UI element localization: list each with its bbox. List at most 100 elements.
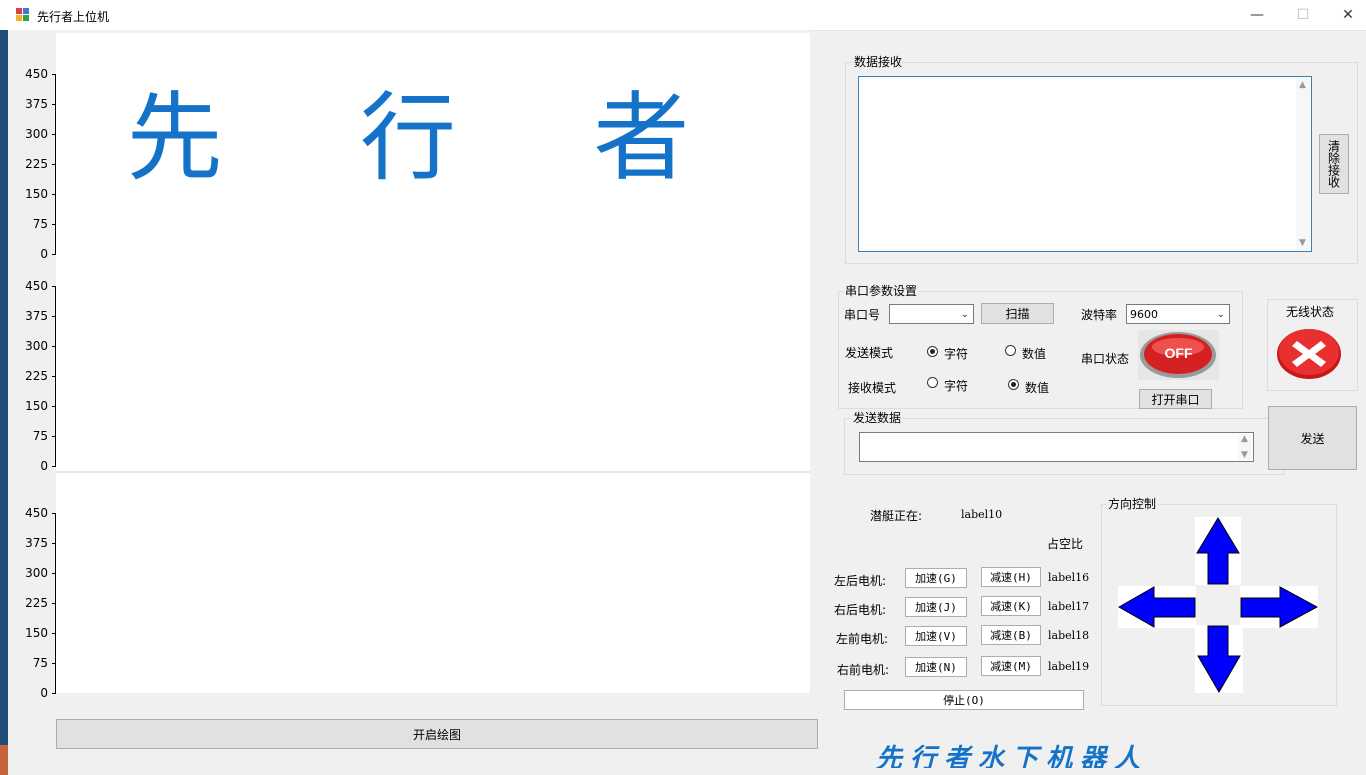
- y-tick-mark: [52, 603, 56, 604]
- arrow-right-button[interactable]: [1240, 586, 1319, 628]
- duty-label: 占空比: [1047, 537, 1084, 551]
- recv-mode-label: 接收模式: [848, 381, 897, 395]
- send-textbox[interactable]: ▲ ▼: [859, 432, 1254, 462]
- scroll-up-icon: ▲: [1299, 80, 1306, 90]
- arrow-left-button[interactable]: [1117, 586, 1196, 628]
- brand-footer: 先行者水下机器人: [876, 744, 1149, 768]
- y-tick-label: 450: [25, 279, 48, 293]
- close-button[interactable]: ✕: [1325, 0, 1366, 30]
- motor-decelerate-button[interactable]: 减速(K): [981, 596, 1041, 616]
- receive-group-label: 数据接收: [852, 55, 905, 69]
- arrow-up-button[interactable]: [1195, 517, 1241, 585]
- send-button[interactable]: 发送: [1268, 406, 1357, 470]
- stop-button[interactable]: 停止(O): [844, 690, 1084, 710]
- motor-label: 右前电机:: [837, 663, 890, 677]
- port-select[interactable]: ⌄: [889, 304, 974, 324]
- port-label: 串口号: [844, 308, 881, 322]
- y-tick-mark: [52, 406, 56, 407]
- y-tick-mark: [52, 663, 56, 664]
- open-port-button[interactable]: 打开串口: [1139, 389, 1212, 409]
- minimize-button[interactable]: —: [1234, 0, 1280, 30]
- y-tick-mark: [52, 633, 56, 634]
- wireless-error-icon: [1277, 329, 1341, 379]
- y-tick-label: 450: [25, 67, 48, 81]
- receive-textbox[interactable]: ▲ ▼: [858, 76, 1312, 252]
- brand-char-1: 先: [126, 82, 223, 194]
- y-tick-mark: [52, 74, 56, 75]
- arrow-up-icon: [1196, 517, 1240, 585]
- arrow-down-icon: [1197, 625, 1241, 693]
- y-tick-label: 225: [25, 369, 48, 383]
- brand-title: 先 行 者: [58, 60, 758, 194]
- y-tick-label: 375: [25, 536, 48, 550]
- desktop-edge: [0, 30, 8, 775]
- send-mode-char-radio[interactable]: [927, 346, 938, 357]
- scroll-up-icon: ▲: [1241, 434, 1248, 444]
- motor-decelerate-button[interactable]: 减速(B): [981, 625, 1041, 645]
- y-tick-label: 300: [25, 566, 48, 580]
- window-title: 先行者上位机: [37, 10, 110, 24]
- minimize-icon: —: [1250, 7, 1264, 23]
- maximize-icon: ☐: [1296, 7, 1310, 23]
- arrow-down-button[interactable]: [1195, 625, 1243, 693]
- maximize-button[interactable]: ☐: [1280, 0, 1326, 30]
- motor-accelerate-button[interactable]: 加速(N): [905, 657, 967, 677]
- y-tick-label: 375: [25, 97, 48, 111]
- y-axis: 450 375 300 225 150 75 0: [8, 68, 56, 264]
- y-tick-label: 0: [40, 686, 48, 700]
- motor-decelerate-button[interactable]: 减速(H): [981, 567, 1041, 587]
- recv-mode-num-label: 数值: [1025, 381, 1050, 395]
- chevron-down-icon: ⌄: [960, 309, 969, 320]
- baud-label: 波特率: [1081, 308, 1118, 322]
- motor-value: label17: [1048, 600, 1090, 613]
- baud-value: 9600: [1130, 308, 1158, 321]
- y-tick-mark: [52, 134, 56, 135]
- app-icon: [16, 8, 29, 21]
- y-tick-mark: [52, 376, 56, 377]
- plot-area: [56, 473, 810, 693]
- send-mode-label: 发送模式: [845, 346, 894, 360]
- arrow-right-icon: [1240, 586, 1319, 628]
- motor-accelerate-button[interactable]: 加速(V): [905, 626, 967, 646]
- motor-value: label16: [1048, 571, 1090, 584]
- y-tick-label: 0: [40, 459, 48, 473]
- send-group-label: 发送数据: [851, 411, 904, 425]
- send-mode-char-label: 字符: [944, 347, 969, 361]
- y-tick-mark: [52, 346, 56, 347]
- y-tick-mark: [52, 436, 56, 437]
- sub-status-label: 潜艇正在:: [870, 509, 923, 523]
- y-tick-mark: [52, 164, 56, 165]
- y-tick-label: 450: [25, 506, 48, 520]
- motor-accelerate-button[interactable]: 加速(G): [905, 568, 967, 588]
- y-tick-label: 75: [32, 429, 48, 443]
- start-draw-button[interactable]: 开启绘图: [56, 719, 818, 749]
- sub-status-value: label10: [961, 508, 1003, 521]
- recv-mode-num-radio[interactable]: [1008, 379, 1019, 390]
- scroll-down-icon: ▼: [1241, 450, 1248, 460]
- send-scrollbar[interactable]: ▲ ▼: [1238, 434, 1252, 460]
- title-bar: 先行者上位机 — ☐ ✕: [0, 0, 1366, 31]
- send-mode-num-label: 数值: [1022, 347, 1047, 361]
- port-status-label: 串口状态: [1081, 352, 1130, 366]
- receive-scrollbar[interactable]: ▲ ▼: [1296, 78, 1310, 250]
- motor-label: 左前电机:: [836, 632, 889, 646]
- scan-button[interactable]: 扫描: [981, 303, 1054, 324]
- recv-mode-char-radio[interactable]: [927, 377, 938, 388]
- y-tick-mark: [52, 104, 56, 105]
- direction-group-label: 方向控制: [1106, 497, 1159, 511]
- y-tick-label: 75: [32, 217, 48, 231]
- y-tick-mark: [52, 194, 56, 195]
- send-mode-num-radio[interactable]: [1005, 345, 1016, 356]
- port-status-indicator: OFF: [1138, 330, 1219, 380]
- clear-receive-button[interactable]: 清除接收: [1319, 134, 1349, 194]
- y-tick-label: 300: [25, 339, 48, 353]
- motor-accelerate-button[interactable]: 加速(J): [905, 597, 967, 617]
- baud-select[interactable]: 9600 ⌄: [1126, 304, 1230, 324]
- y-tick-label: 225: [25, 596, 48, 610]
- off-badge-text: OFF: [1164, 345, 1193, 361]
- recv-mode-char-label: 字符: [944, 379, 969, 393]
- plot-divider: [56, 471, 810, 473]
- motor-value: label18: [1048, 629, 1090, 642]
- brand-char-3: 者: [593, 82, 690, 194]
- motor-decelerate-button[interactable]: 减速(M): [981, 656, 1041, 676]
